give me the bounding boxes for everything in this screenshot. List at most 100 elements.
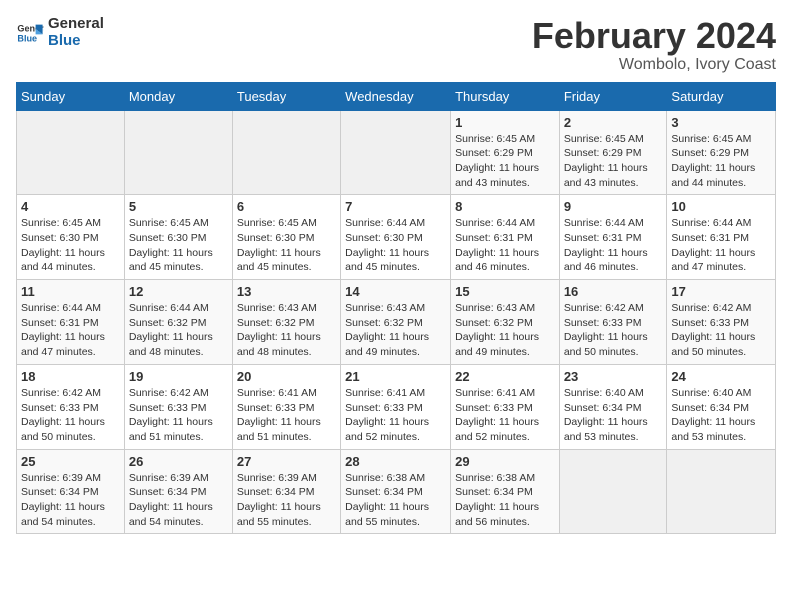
day-number: 25 (21, 454, 120, 469)
logo-line1: General (48, 16, 104, 33)
calendar-cell: 8Sunrise: 6:44 AMSunset: 6:31 PMDaylight… (451, 195, 560, 280)
location-title: Wombolo, Ivory Coast (532, 56, 776, 74)
calendar-cell: 4 Sunrise: 6:45 AMSunset: 6:30 PMDaylight… (17, 195, 125, 280)
col-header-sunday: Sunday (17, 82, 125, 110)
day-info: Sunrise: 6:41 AMSunset: 6:33 PMDaylight:… (455, 386, 555, 445)
day-info: Sunrise: 6:44 AMSunset: 6:31 PMDaylight:… (21, 301, 120, 360)
week-row-2: 4 Sunrise: 6:45 AMSunset: 6:30 PMDaylight… (17, 195, 776, 280)
day-number: 4 (21, 199, 120, 214)
day-info: Sunrise: 6:41 AMSunset: 6:33 PMDaylight:… (237, 386, 336, 445)
day-info: Sunrise: 6:44 AMSunset: 6:31 PMDaylight:… (564, 216, 663, 275)
calendar-cell: 17 Sunrise: 6:42 AMSunset: 6:33 PMDayligh… (667, 280, 776, 365)
calendar-header-row: SundayMondayTuesdayWednesdayThursdayFrid… (17, 82, 776, 110)
day-info: Sunrise: 6:43 AMSunset: 6:32 PMDaylight:… (455, 301, 555, 360)
calendar-cell: 10Sunrise: 6:44 AMSunset: 6:31 PMDayligh… (667, 195, 776, 280)
day-info: Sunrise: 6:42 AMSunset: 6:33 PMDaylight:… (671, 301, 771, 360)
calendar-cell: 9Sunrise: 6:44 AMSunset: 6:31 PMDaylight… (559, 195, 667, 280)
svg-text:Blue: Blue (17, 33, 37, 43)
day-number: 6 (237, 199, 336, 214)
title-block: February 2024 Wombolo, Ivory Coast (532, 16, 776, 74)
calendar-cell: 16 Sunrise: 6:42 AMSunset: 6:33 PMDayligh… (559, 280, 667, 365)
calendar-cell (124, 110, 232, 195)
calendar-cell: 26 Sunrise: 6:39 AMSunset: 6:34 PMDayligh… (124, 449, 232, 534)
day-info: Sunrise: 6:45 AMSunset: 6:30 PMDaylight:… (21, 216, 120, 275)
day-info: Sunrise: 6:43 AMSunset: 6:32 PMDaylight:… (345, 301, 446, 360)
calendar-cell: 3 Sunrise: 6:45 AMSunset: 6:29 PMDaylight… (667, 110, 776, 195)
calendar-cell: 24 Sunrise: 6:40 AMSunset: 6:34 PMDayligh… (667, 364, 776, 449)
calendar-cell: 25 Sunrise: 6:39 AMSunset: 6:34 PMDayligh… (17, 449, 125, 534)
col-header-saturday: Saturday (667, 82, 776, 110)
day-info: Sunrise: 6:45 AMSunset: 6:30 PMDaylight:… (129, 216, 228, 275)
day-number: 22 (455, 369, 555, 384)
day-number: 23 (564, 369, 663, 384)
week-row-3: 11Sunrise: 6:44 AMSunset: 6:31 PMDayligh… (17, 280, 776, 365)
day-number: 29 (455, 454, 555, 469)
day-number: 17 (671, 284, 771, 299)
calendar-cell: 22 Sunrise: 6:41 AMSunset: 6:33 PMDayligh… (451, 364, 560, 449)
calendar-cell: 29 Sunrise: 6:38 AMSunset: 6:34 PMDayligh… (451, 449, 560, 534)
day-number: 7 (345, 199, 446, 214)
day-info: Sunrise: 6:44 AMSunset: 6:32 PMDaylight:… (129, 301, 228, 360)
day-number: 21 (345, 369, 446, 384)
day-number: 10 (671, 199, 771, 214)
calendar-cell: 15 Sunrise: 6:43 AMSunset: 6:32 PMDayligh… (451, 280, 560, 365)
calendar-cell: 2 Sunrise: 6:45 AMSunset: 6:29 PMDaylight… (559, 110, 667, 195)
day-number: 24 (671, 369, 771, 384)
day-number: 16 (564, 284, 663, 299)
day-info: Sunrise: 6:45 AMSunset: 6:29 PMDaylight:… (564, 132, 663, 191)
day-info: Sunrise: 6:42 AMSunset: 6:33 PMDaylight:… (564, 301, 663, 360)
day-info: Sunrise: 6:39 AMSunset: 6:34 PMDaylight:… (237, 471, 336, 530)
day-info: Sunrise: 6:40 AMSunset: 6:34 PMDaylight:… (671, 386, 771, 445)
day-info: Sunrise: 6:44 AMSunset: 6:30 PMDaylight:… (345, 216, 446, 275)
month-title: February 2024 (532, 16, 776, 56)
col-header-wednesday: Wednesday (341, 82, 451, 110)
week-row-4: 18 Sunrise: 6:42 AMSunset: 6:33 PMDayligh… (17, 364, 776, 449)
calendar-cell: 12 Sunrise: 6:44 AMSunset: 6:32 PMDayligh… (124, 280, 232, 365)
calendar-cell (667, 449, 776, 534)
day-number: 1 (455, 115, 555, 130)
day-number: 2 (564, 115, 663, 130)
day-info: Sunrise: 6:45 AMSunset: 6:29 PMDaylight:… (671, 132, 771, 191)
calendar-cell: 28Sunrise: 6:38 AMSunset: 6:34 PMDayligh… (341, 449, 451, 534)
calendar-cell: 6 Sunrise: 6:45 AMSunset: 6:30 PMDaylight… (232, 195, 340, 280)
calendar-cell: 14Sunrise: 6:43 AMSunset: 6:32 PMDayligh… (341, 280, 451, 365)
calendar-cell (232, 110, 340, 195)
calendar-cell: 13 Sunrise: 6:43 AMSunset: 6:32 PMDayligh… (232, 280, 340, 365)
day-number: 3 (671, 115, 771, 130)
calendar-cell: 19Sunrise: 6:42 AMSunset: 6:33 PMDayligh… (124, 364, 232, 449)
col-header-monday: Monday (124, 82, 232, 110)
week-row-1: 1 Sunrise: 6:45 AMSunset: 6:29 PMDaylight… (17, 110, 776, 195)
col-header-tuesday: Tuesday (232, 82, 340, 110)
calendar-table: SundayMondayTuesdayWednesdayThursdayFrid… (16, 82, 776, 535)
day-info: Sunrise: 6:39 AMSunset: 6:34 PMDaylight:… (21, 471, 120, 530)
calendar-body: 1 Sunrise: 6:45 AMSunset: 6:29 PMDaylight… (17, 110, 776, 534)
logo: General Blue General Blue (16, 16, 104, 49)
day-info: Sunrise: 6:40 AMSunset: 6:34 PMDaylight:… (564, 386, 663, 445)
day-number: 18 (21, 369, 120, 384)
logo-icon: General Blue (16, 19, 44, 47)
page-header: General Blue General Blue February 2024 … (16, 16, 776, 74)
day-info: Sunrise: 6:45 AMSunset: 6:30 PMDaylight:… (237, 216, 336, 275)
day-number: 12 (129, 284, 228, 299)
calendar-cell: 11Sunrise: 6:44 AMSunset: 6:31 PMDayligh… (17, 280, 125, 365)
logo-line2: Blue (48, 33, 104, 50)
day-number: 5 (129, 199, 228, 214)
week-row-5: 25 Sunrise: 6:39 AMSunset: 6:34 PMDayligh… (17, 449, 776, 534)
day-info: Sunrise: 6:38 AMSunset: 6:34 PMDaylight:… (455, 471, 555, 530)
calendar-cell: 27 Sunrise: 6:39 AMSunset: 6:34 PMDayligh… (232, 449, 340, 534)
day-number: 8 (455, 199, 555, 214)
day-info: Sunrise: 6:41 AMSunset: 6:33 PMDaylight:… (345, 386, 446, 445)
day-number: 15 (455, 284, 555, 299)
col-header-thursday: Thursday (451, 82, 560, 110)
calendar-cell (559, 449, 667, 534)
day-info: Sunrise: 6:42 AMSunset: 6:33 PMDaylight:… (129, 386, 228, 445)
day-number: 20 (237, 369, 336, 384)
day-info: Sunrise: 6:38 AMSunset: 6:34 PMDaylight:… (345, 471, 446, 530)
day-info: Sunrise: 6:39 AMSunset: 6:34 PMDaylight:… (129, 471, 228, 530)
day-number: 27 (237, 454, 336, 469)
day-number: 26 (129, 454, 228, 469)
day-info: Sunrise: 6:43 AMSunset: 6:32 PMDaylight:… (237, 301, 336, 360)
day-info: Sunrise: 6:45 AMSunset: 6:29 PMDaylight:… (455, 132, 555, 191)
calendar-cell (17, 110, 125, 195)
day-number: 13 (237, 284, 336, 299)
